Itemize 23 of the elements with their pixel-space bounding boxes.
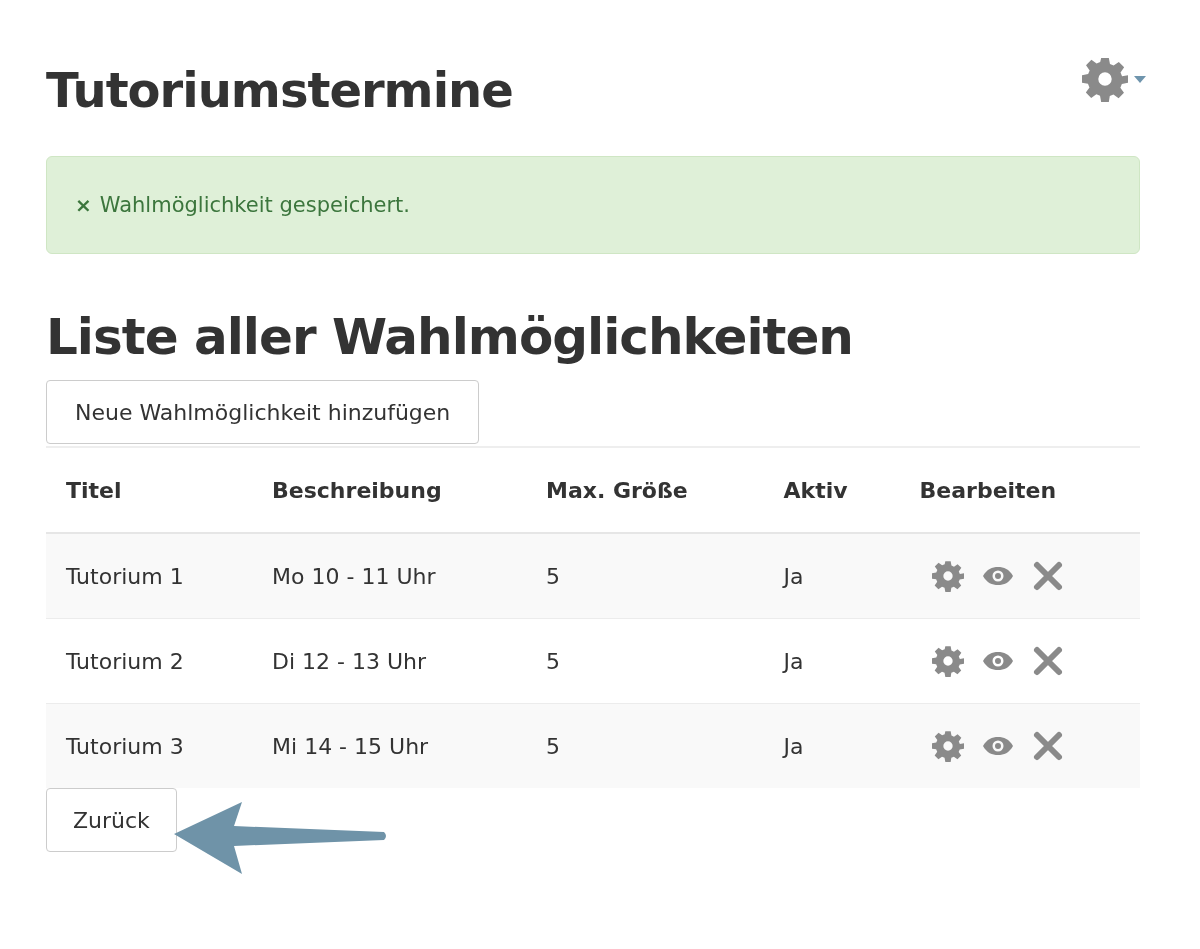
- section-title: Liste aller Wahlmöglichkeiten: [46, 308, 854, 366]
- gear-icon: [931, 645, 964, 677]
- gear-icon: [1082, 56, 1128, 102]
- table-cell: Mi 14 - 15 Uhr: [252, 703, 526, 788]
- back-button[interactable]: Zurück: [46, 788, 177, 852]
- page-title: Tutoriumstermine: [46, 62, 513, 118]
- table-cell: Tutorium 3: [46, 703, 253, 788]
- table-cell: Tutorium 1: [46, 533, 253, 619]
- caret-icon: [1134, 75, 1146, 83]
- table-cell: Mo 10 - 11 Uhr: [252, 533, 526, 619]
- table-cell: 5: [526, 533, 764, 619]
- alert-message: Wahlmöglichkeit gespeichert.: [99, 193, 411, 217]
- settings-menu-button[interactable]: [1082, 56, 1146, 102]
- close-button[interactable]: ×: [75, 193, 92, 217]
- gear-icon: [931, 730, 964, 762]
- delete-icon[interactable]: [1031, 730, 1064, 762]
- table-cell: Ja: [763, 533, 900, 619]
- add-option-button[interactable]: Neue Wahlmöglichkeit hinzufügen: [46, 380, 480, 444]
- delete-icon[interactable]: [1031, 560, 1064, 592]
- table-cell: Ja: [763, 703, 900, 788]
- gear-icon: [931, 560, 964, 592]
- table-cell: 5: [526, 703, 764, 788]
- delete-icon[interactable]: [1031, 645, 1064, 677]
